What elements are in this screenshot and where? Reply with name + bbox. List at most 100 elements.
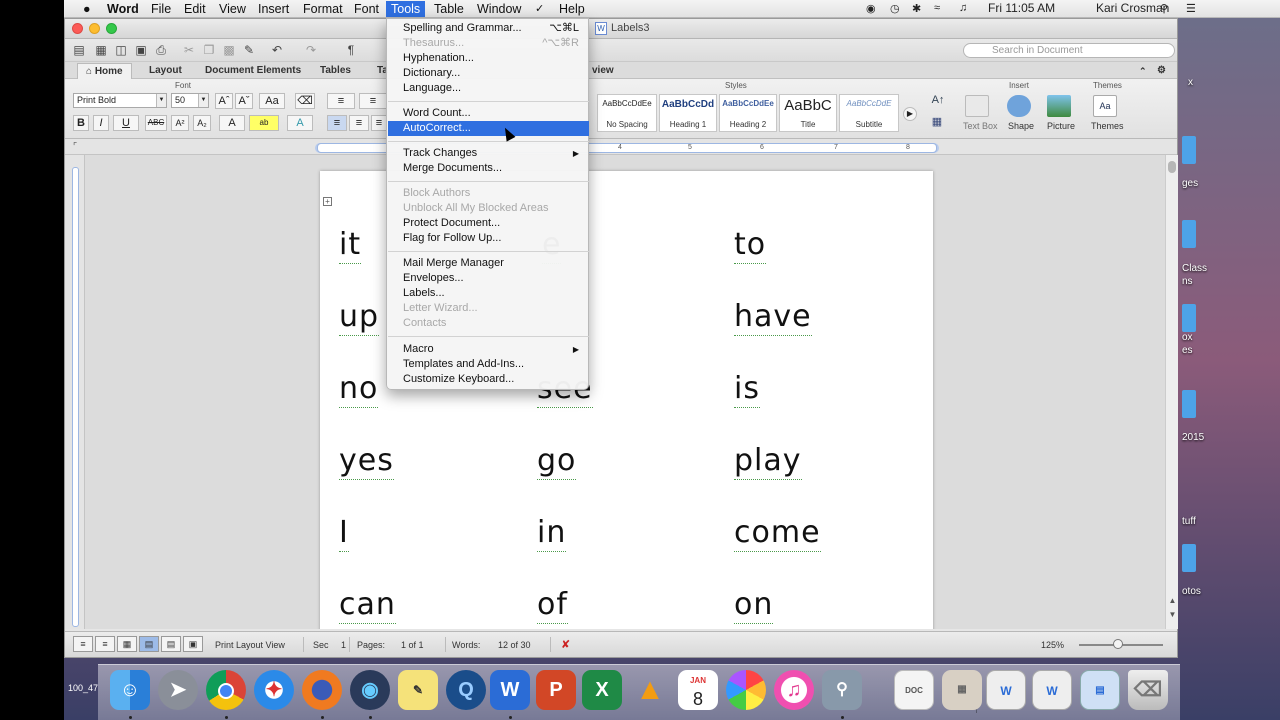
notebook-view-icon[interactable]: ▤	[161, 636, 181, 652]
label-word[interactable]: is	[734, 371, 760, 408]
font-size-combo[interactable]: 50 ▼	[171, 93, 209, 108]
time-machine-icon[interactable]: ◷	[890, 2, 900, 15]
label-word[interactable]: can	[339, 587, 396, 624]
menu-view[interactable]: View	[214, 1, 251, 17]
clear-formatting-button[interactable]: ⌫	[295, 93, 315, 109]
folder-icon[interactable]	[1182, 544, 1196, 572]
menu-item-hyphenation[interactable]: Hyphenation...	[388, 51, 589, 66]
bluetooth-icon[interactable]: ✱	[912, 2, 921, 15]
label-word[interactable]: yes	[339, 443, 394, 480]
subscript-button[interactable]: A₂	[193, 115, 211, 131]
document-stack-icon[interactable]: DOC	[894, 670, 934, 710]
themes-icon[interactable]: Aa	[1093, 95, 1117, 117]
tab-tables[interactable]: Tables	[320, 63, 351, 79]
safari-icon[interactable]: ✦	[254, 670, 294, 710]
menu-item-track-changes[interactable]: Track Changes ▶	[388, 146, 589, 161]
image-capture-icon[interactable]: ⚲	[822, 670, 862, 710]
insert-shape-label[interactable]: Shape	[1008, 121, 1034, 131]
document-area[interactable]: + it e to up have no see is yes go play …	[85, 155, 1165, 629]
label-word[interactable]: no	[339, 371, 379, 408]
zoom-window-button[interactable]	[106, 23, 117, 34]
align-left-button[interactable]: ≡	[327, 115, 347, 131]
chevron-down-icon[interactable]: ▼	[156, 94, 166, 107]
print-layout-view-icon[interactable]: ▤	[139, 636, 159, 652]
change-case-button[interactable]: Aa	[259, 93, 285, 109]
record-icon[interactable]: ◉	[866, 2, 876, 15]
label-word[interactable]: play	[734, 443, 802, 480]
picture-icon[interactable]	[1047, 95, 1071, 117]
undo-icon[interactable]: ↶	[269, 43, 285, 57]
style-no-spacing[interactable]: AaBbCcDdEe No Spacing	[597, 94, 657, 132]
screen-recorder-icon[interactable]: ◉	[350, 670, 390, 710]
menu-item-autocorrect[interactable]: AutoCorrect...	[388, 121, 589, 136]
ribbon-options-gear-icon[interactable]: ⚙	[1157, 63, 1166, 79]
insert-text-box-label[interactable]: Text Box	[963, 121, 998, 131]
menu-item-flag-for-follow-up[interactable]: Flag for Follow Up...	[388, 231, 589, 246]
strikethrough-button[interactable]: ABC	[145, 115, 167, 131]
font-name-combo[interactable]: Print Bold ▼	[73, 93, 167, 108]
downloads-stack-icon[interactable]: ▦	[942, 670, 982, 710]
notification-center-icon[interactable]: ☰	[1186, 2, 1196, 15]
word-document-stack-icon[interactable]: W	[986, 670, 1026, 710]
menu-item-mail-merge-manager[interactable]: Mail Merge Manager	[388, 256, 589, 271]
styles-next-icon[interactable]: ▶	[903, 107, 917, 121]
menu-font[interactable]: Font	[349, 1, 384, 17]
menu-file[interactable]: File	[146, 1, 176, 17]
styles-inspector-icon[interactable]: ▦	[927, 115, 947, 131]
format-painter-icon[interactable]: ✎	[241, 43, 257, 57]
vlc-icon[interactable]: ▲	[630, 670, 670, 710]
styles-pane-icon[interactable]: A↑	[927, 93, 949, 109]
copy-icon[interactable]: ❐	[201, 43, 217, 57]
align-center-button[interactable]: ≡	[349, 115, 369, 131]
numbering-button[interactable]: ≡	[359, 93, 387, 109]
screenshot-stack-icon[interactable]: ▤	[1080, 670, 1120, 710]
microsoft-powerpoint-icon[interactable]: P	[536, 670, 576, 710]
menu-item-customize-keyboard[interactable]: Customize Keyboard...	[388, 372, 589, 387]
vertical-scrollbar[interactable]: ▲ ▼	[1165, 155, 1178, 629]
template-gallery-icon[interactable]: ▦	[93, 43, 109, 57]
tab-layout[interactable]: Layout	[149, 63, 182, 79]
folder-icon[interactable]	[1182, 390, 1196, 418]
cut-icon[interactable]: ✂	[181, 43, 197, 57]
folder-icon[interactable]	[1182, 220, 1196, 248]
stickies-icon[interactable]: ✎	[398, 670, 438, 710]
draft-view-icon[interactable]: ≡	[73, 636, 93, 652]
focus-view-icon[interactable]: ▣	[183, 636, 203, 652]
italic-button[interactable]: I	[93, 115, 109, 131]
align-right-button[interactable]: ≡	[371, 115, 387, 131]
menu-item-language[interactable]: Language...	[388, 81, 589, 96]
style-heading-1[interactable]: AaBbCcDd Heading 1	[659, 94, 717, 132]
finder-icon[interactable]: ☺	[110, 670, 150, 710]
redo-icon[interactable]: ↷	[303, 43, 319, 57]
tab-selector-icon[interactable]: ⌜	[73, 141, 77, 152]
menu-app-word[interactable]: Word	[102, 1, 144, 17]
menu-window[interactable]: Window	[472, 1, 526, 17]
trash-icon[interactable]: ⌫	[1128, 670, 1168, 710]
new-document-icon[interactable]: ▤	[71, 43, 87, 57]
launchpad-icon[interactable]: ➤	[158, 670, 198, 710]
bold-button[interactable]: B	[73, 115, 89, 131]
itunes-icon[interactable]: ♫	[774, 670, 814, 710]
label-word[interactable]: come	[734, 515, 821, 552]
menu-format[interactable]: Format	[298, 1, 348, 17]
bullets-button[interactable]: ≡	[327, 93, 355, 109]
volume-icon[interactable]: ♫	[959, 2, 967, 14]
scroll-thumb[interactable]	[1168, 161, 1176, 173]
label-word[interactable]: I	[339, 515, 349, 552]
menu-item-merge-documents[interactable]: Merge Documents...	[388, 161, 589, 176]
scroll-down-icon[interactable]: ▼	[1166, 609, 1179, 621]
tab-home[interactable]: ⌂ Home	[77, 63, 132, 79]
zoom-slider-knob[interactable]	[1113, 639, 1123, 649]
underline-button[interactable]: U	[113, 115, 139, 131]
spotlight-icon[interactable]: ⚲	[1160, 2, 1168, 15]
menu-table[interactable]: Table	[429, 1, 469, 17]
label-word[interactable]: up	[339, 299, 380, 336]
photos-icon[interactable]	[726, 670, 766, 710]
paste-icon[interactable]: ▩	[221, 43, 237, 57]
label-word[interactable]: have	[734, 299, 812, 336]
label-word[interactable]: on	[734, 587, 774, 624]
close-window-button[interactable]	[72, 23, 83, 34]
shape-icon[interactable]	[1007, 95, 1031, 117]
label-word[interactable]: to	[734, 227, 767, 264]
menu-item-labels[interactable]: Labels...	[388, 286, 589, 301]
